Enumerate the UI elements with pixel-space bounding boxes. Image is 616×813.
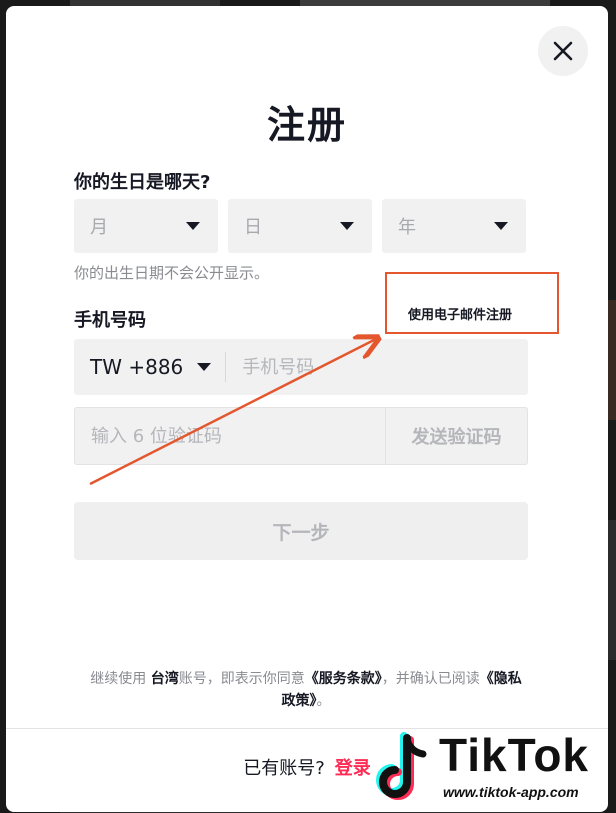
chevron-down-icon [186, 222, 200, 230]
terms-of-service-link[interactable]: 《服务条款》 [305, 671, 382, 687]
footer-divider [6, 728, 608, 729]
birthday-hint: 你的出生日期不会公开显示。 [74, 264, 270, 282]
month-placeholder: 月 [90, 217, 108, 238]
have-account-text: 已有账号? [243, 758, 325, 779]
send-code-button[interactable]: 发送验证码 [386, 407, 528, 465]
country-code-select[interactable]: TW +886 [74, 339, 225, 395]
terms-notice: 继续使用 台湾账号，即表示你同意《服务条款》，并确认已阅读《隐私政策》。 [90, 671, 522, 709]
login-link[interactable]: 登录 [335, 754, 371, 780]
signup-modal: 注册 你的生日是哪天? 月 日 年 你的出生日期不会公开显示。 手机号码 使用电… [6, 6, 608, 812]
login-footer: 已有账号? 登录 [6, 754, 608, 780]
day-select[interactable]: 日 [228, 199, 372, 253]
page-title: 注册 [266, 103, 347, 147]
month-select[interactable]: 月 [74, 199, 218, 253]
phone-field-row: TW +886 [74, 339, 528, 395]
verification-code-input[interactable] [74, 407, 386, 465]
next-button[interactable]: 下一步 [74, 502, 528, 560]
day-placeholder: 日 [244, 217, 262, 238]
country-code-value: TW +886 [90, 355, 184, 379]
close-button[interactable] [538, 26, 588, 76]
email-signup-link[interactable]: 使用电子邮件注册 [408, 304, 512, 323]
chevron-down-icon [494, 222, 508, 230]
annotation-highlight-box [385, 272, 559, 334]
birthday-label: 你的生日是哪天? [74, 172, 211, 193]
phone-label: 手机号码 [74, 310, 146, 331]
close-icon [553, 41, 573, 61]
phone-input[interactable] [226, 339, 528, 395]
region-name: 台湾 [150, 671, 179, 687]
year-select[interactable]: 年 [382, 199, 526, 253]
chevron-down-icon [340, 222, 354, 230]
chevron-down-icon [197, 363, 212, 371]
year-placeholder: 年 [398, 217, 416, 238]
